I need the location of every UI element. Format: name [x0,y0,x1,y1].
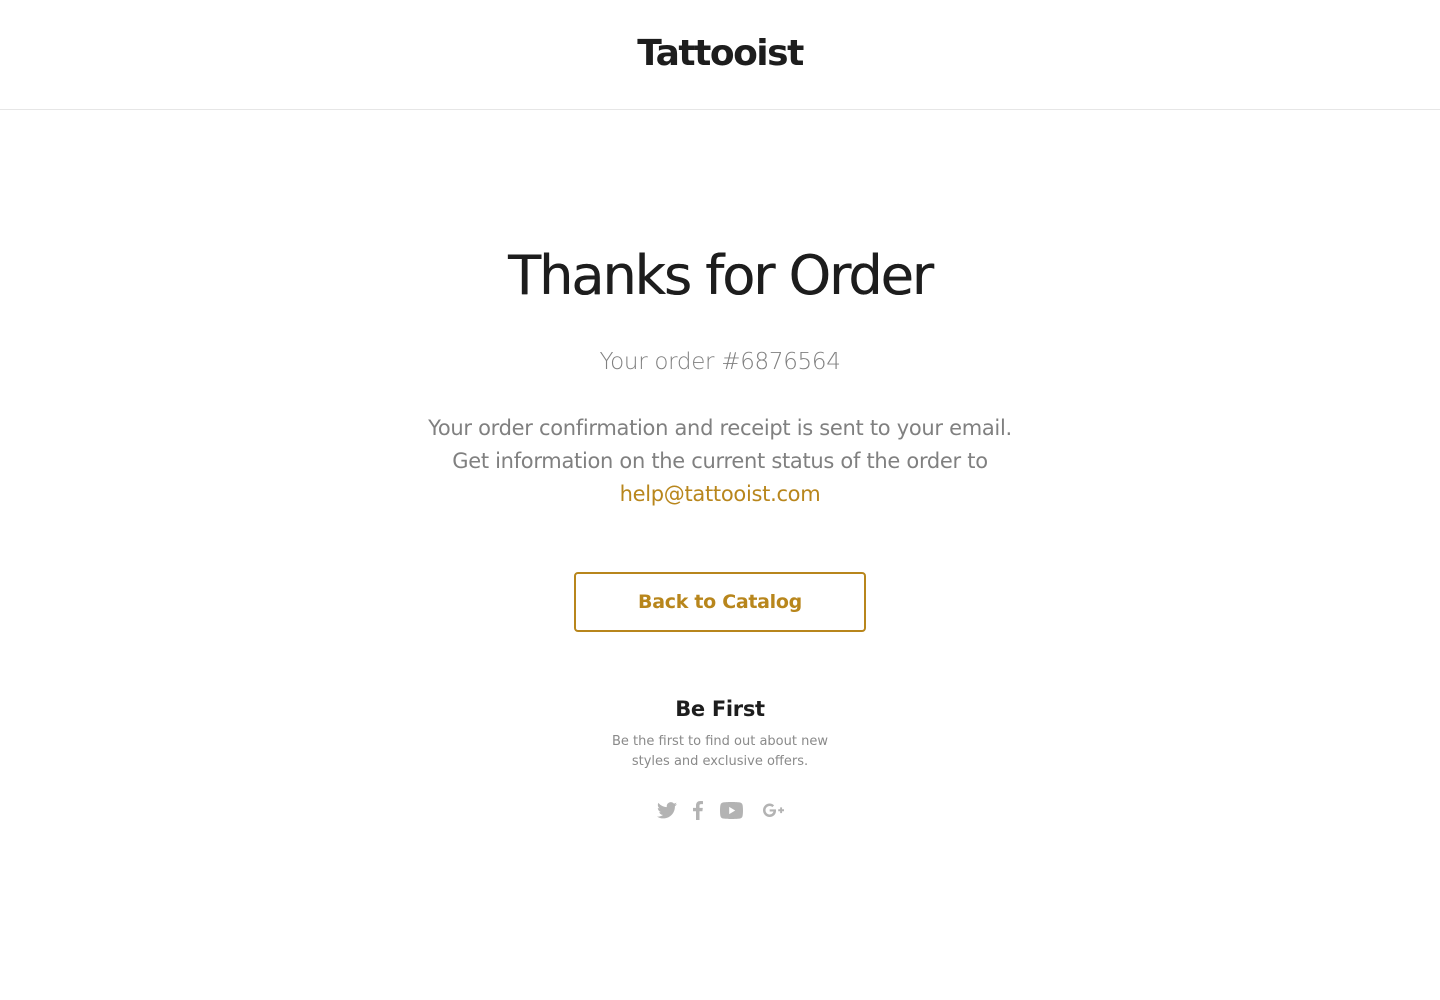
order-confirmation: Thanks for Order Your order #6876564 You… [0,244,1440,822]
site-header: Tattooist [0,0,1440,110]
twitter-link[interactable] [656,798,678,822]
site-logo[interactable]: Tattooist [637,33,804,74]
subscribe-section: Be First Be the first to find out about … [0,694,1440,822]
subscribe-text: Be the first to find out about new style… [0,732,1440,772]
subscribe-text-line-1: Be the first to find out about new [612,734,828,749]
page-title: Thanks for Order [508,244,934,307]
order-info-text: Your order confirmation and receipt is s… [0,412,1440,511]
google-plus-link[interactable] [763,798,785,822]
google-plus-icon [763,803,784,817]
back-to-catalog-button[interactable]: Back to Catalog [574,572,866,632]
subscribe-title: Be First [675,697,765,721]
info-line-receipt: Your order confirmation and receipt is s… [428,416,1012,440]
facebook-link[interactable] [692,798,704,822]
support-email-link[interactable]: help@tattooist.com [620,478,821,511]
back-button-wrap: Back to Catalog [0,572,1440,632]
facebook-icon [692,800,703,820]
youtube-icon [720,801,743,819]
info-line-status: Get information on the current status of… [452,449,988,473]
subscribe-text-line-2: styles and exclusive offers. [631,754,809,769]
twitter-icon [656,801,677,818]
social-links [0,798,1440,822]
order-number: Your order #6876564 [599,349,841,375]
youtube-link[interactable] [720,798,744,822]
